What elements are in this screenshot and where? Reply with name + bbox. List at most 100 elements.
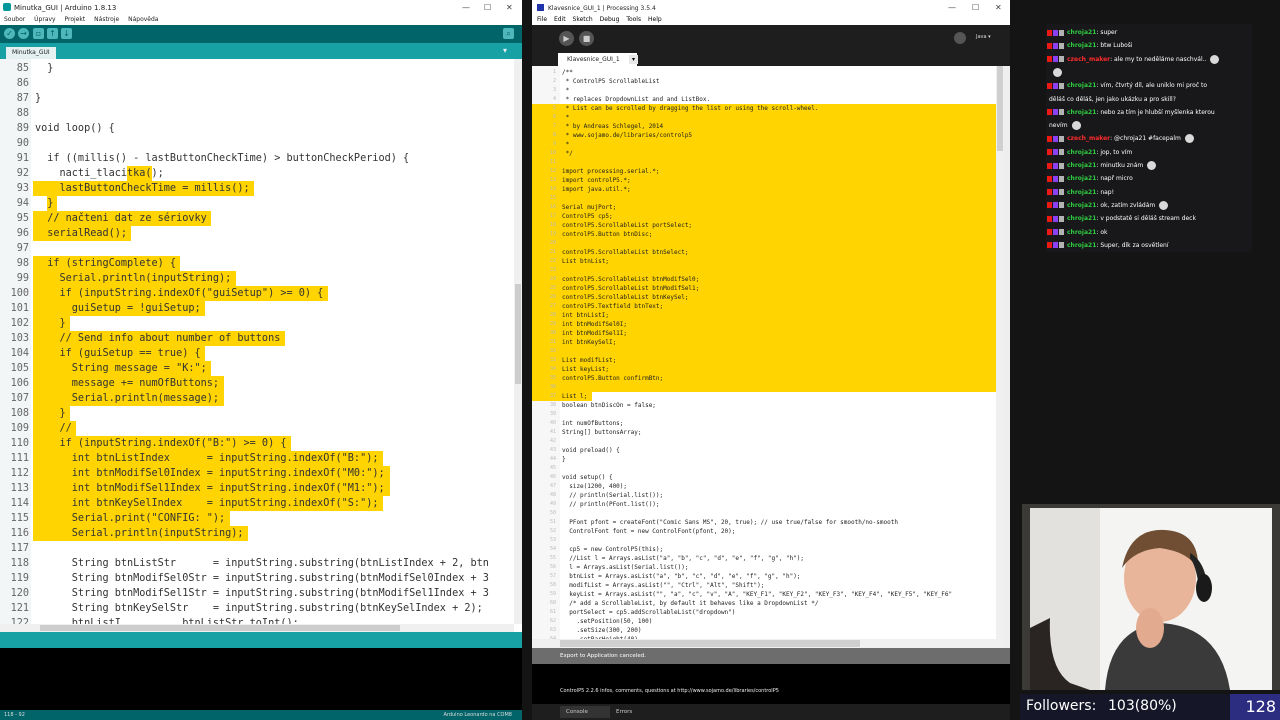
code-line: 42: [532, 437, 996, 446]
arduino-code-editor[interactable]: 85 } 86 87} 88 89 void loop() {90 91 if ((mill…: [0, 59, 514, 624]
code-text: controlP5.ScrollableList portSelect;: [562, 222, 693, 229]
code-line: 101 guiSetup = !guiSetup;: [0, 301, 514, 316]
code-line: 36: [532, 383, 996, 392]
line-number: 62: [549, 618, 556, 624]
tab-menu-icon[interactable]: ▾: [503, 46, 507, 55]
code-line: 48 // println(Serial.list());: [532, 491, 996, 500]
code-line: 115 Serial.print("CONFIG: ");: [0, 511, 514, 526]
menu-debug[interactable]: Debug: [600, 16, 620, 23]
code-line: 109 //: [0, 421, 514, 436]
code-line: 21 controlP5.ScrollableList btnSelect;: [532, 248, 996, 257]
chat-username[interactable]: chroja21: [1067, 42, 1096, 49]
maximize-icon[interactable]: ☐: [972, 3, 979, 12]
stop-icon[interactable]: ■: [579, 31, 594, 46]
minimize-icon[interactable]: —: [462, 3, 470, 12]
run-icon[interactable]: ▶: [559, 31, 574, 46]
code-line: 1 /**: [532, 68, 996, 77]
processing-vertical-scrollbar[interactable]: [996, 66, 1004, 639]
line-number: 3: [552, 87, 556, 93]
code-line: 94 }: [0, 196, 514, 211]
emote-icon: [1184, 134, 1194, 144]
menu-sketch[interactable]: Projekt: [65, 16, 86, 23]
line-number: 61: [549, 609, 556, 615]
line-number: 10: [549, 150, 556, 156]
chat-badge-icon: [1053, 202, 1058, 209]
mode-selector[interactable]: Java ▾: [976, 34, 991, 40]
chat-username[interactable]: chroja21: [1067, 162, 1096, 169]
arduino-logo-icon: [3, 3, 11, 11]
chat-username[interactable]: czech_maker: [1067, 56, 1110, 63]
tab-menu-icon[interactable]: ▾: [629, 55, 638, 64]
line-number: 18: [549, 222, 556, 228]
serial-monitor-icon[interactable]: ⌕: [503, 28, 514, 39]
chat-username[interactable]: chroja21: [1067, 189, 1096, 196]
chat-username[interactable]: chroja21: [1067, 149, 1096, 156]
status-message: Export to Application canceled.: [560, 653, 646, 659]
close-icon[interactable]: ✕: [995, 3, 1002, 12]
menu-help[interactable]: Help: [648, 16, 662, 23]
chat-message: chroja21: super: [1046, 26, 1252, 39]
chat-message: chroja21: nap!: [1046, 186, 1252, 199]
open-sketch-icon[interactable]: ↑: [47, 28, 58, 39]
chat-badge-icon: [1047, 149, 1052, 156]
arduino-horizontal-scrollbar[interactable]: [0, 624, 514, 632]
menu-edit[interactable]: Edit: [554, 16, 566, 23]
line-number: 58: [549, 582, 556, 588]
line-number: 25: [549, 285, 556, 291]
code-line: 28 int btnListI;: [532, 311, 996, 320]
upload-icon[interactable]: →: [18, 28, 29, 39]
chat-username[interactable]: chroja21: [1067, 202, 1096, 209]
close-icon[interactable]: ✕: [506, 3, 513, 12]
line-number: 97: [16, 243, 29, 254]
errors-tab[interactable]: Errors: [616, 706, 632, 718]
line-number: 91: [16, 153, 29, 164]
line-number: 57: [549, 573, 556, 579]
save-sketch-icon[interactable]: ↓: [61, 28, 72, 39]
menu-help[interactable]: Nápověda: [128, 16, 158, 23]
menu-sketch[interactable]: Sketch: [573, 16, 593, 23]
code-line: 60 /* add a ScrollableList, by default i…: [532, 599, 996, 608]
code-text: ControlFont font = new ControlFont(pfont…: [562, 528, 736, 535]
chat-username[interactable]: chroja21: [1067, 175, 1096, 182]
menu-edit[interactable]: Úpravy: [34, 16, 55, 23]
new-sketch-icon[interactable]: ▫: [33, 28, 44, 39]
chat-username[interactable]: chroja21: [1067, 215, 1096, 222]
line-number: 98: [16, 258, 29, 269]
minimize-icon[interactable]: —: [948, 3, 956, 12]
code-line: 15: [532, 194, 996, 203]
chat-username[interactable]: chroja21: [1067, 109, 1096, 116]
chat-username[interactable]: chroja21: [1067, 242, 1096, 249]
menu-file[interactable]: Soubor: [4, 16, 25, 23]
code-line: 13 import controlP5.*;: [532, 176, 996, 185]
followers-label: Followers:: [1026, 698, 1097, 714]
tab-klavesnice-gui[interactable]: Klavesnice_GUI_1: [558, 53, 637, 66]
line-number: 103: [10, 333, 29, 344]
console-tab[interactable]: Console: [560, 706, 610, 718]
line-number: 102: [10, 318, 29, 329]
code-line: 121 String btnKeySelStr = inputString.su…: [0, 601, 514, 616]
line-number: 42: [549, 438, 556, 444]
code-text: size(1200, 400);: [562, 483, 628, 490]
code-text: PFont pfont = createFont("Comic Sans MS"…: [562, 519, 898, 526]
processing-horizontal-scrollbar[interactable]: [532, 639, 1004, 648]
chat-username[interactable]: chroja21: [1067, 29, 1096, 36]
line-number: 114: [10, 498, 29, 509]
code-text: * replaces DropdownList and and ListBox.: [562, 96, 711, 103]
code-text: controlP5.ScrollableList btnModifSel1;: [562, 285, 700, 292]
code-line: 6 *: [532, 113, 996, 122]
code-line: 52 ControlFont font = new ControlFont(pf…: [532, 527, 996, 536]
menu-tools[interactable]: Tools: [626, 16, 641, 23]
verify-icon[interactable]: ✓: [4, 28, 15, 39]
line-number: 49: [549, 501, 556, 507]
chat-text: minutku znám: [1100, 162, 1144, 169]
chat-username[interactable]: czech_maker: [1067, 135, 1110, 142]
tab-minutka-gui[interactable]: Minutka_GUI: [6, 47, 56, 59]
arduino-vertical-scrollbar[interactable]: [514, 59, 522, 624]
maximize-icon[interactable]: ☐: [484, 3, 491, 12]
menu-file[interactable]: File: [537, 16, 547, 23]
chat-username[interactable]: chroja21: [1067, 82, 1096, 89]
menu-tools[interactable]: Nástroje: [94, 16, 119, 23]
chat-username[interactable]: chroja21: [1067, 229, 1096, 236]
processing-code-editor[interactable]: 1/** 2 * ControlP5 ScrollableList 3 * 4 * r…: [532, 66, 1004, 639]
debug-icon[interactable]: [954, 32, 966, 44]
